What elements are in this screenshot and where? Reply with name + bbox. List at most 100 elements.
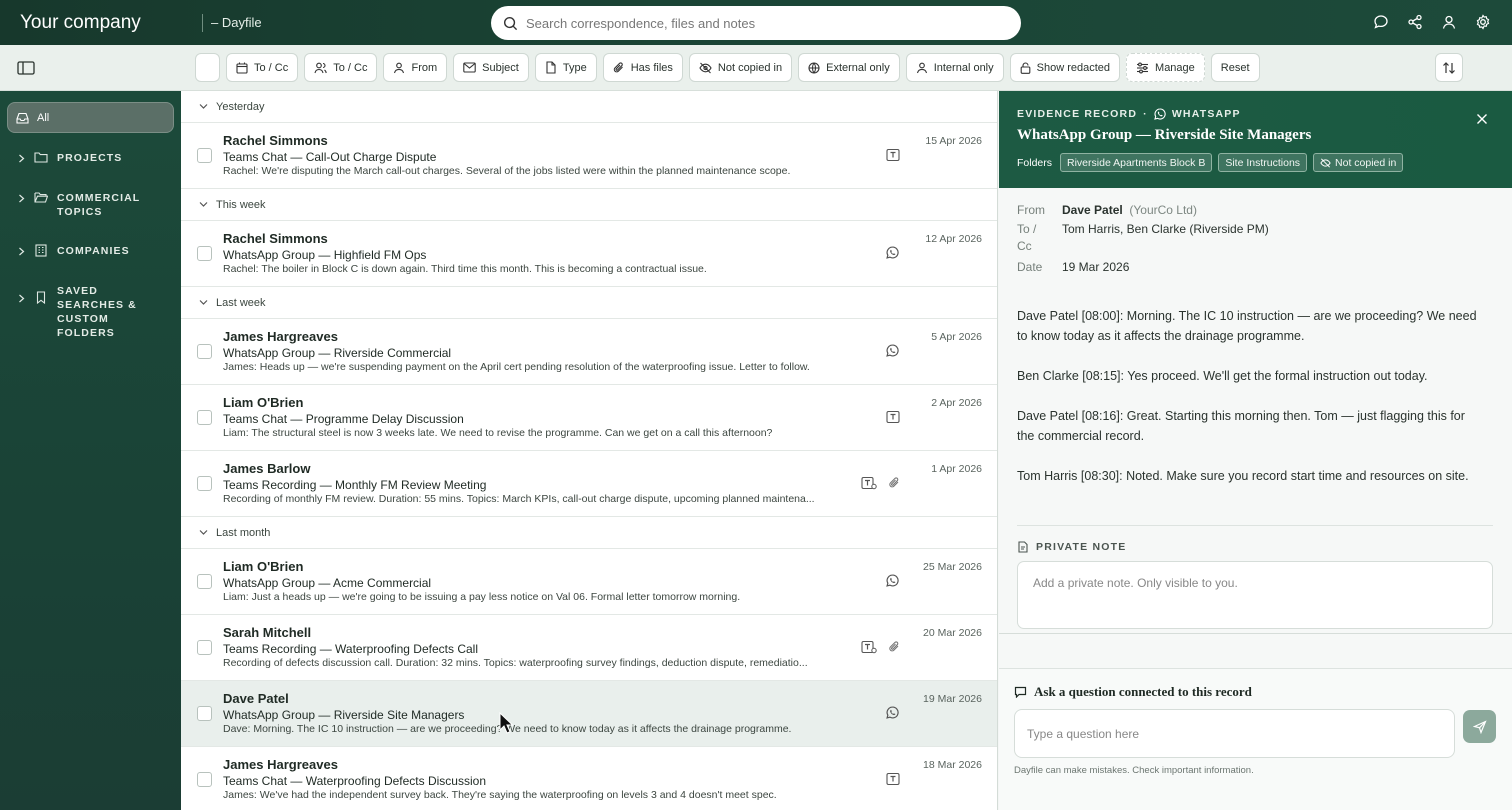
row-subject: Teams Recording — Monthly FM Review Meet… <box>223 478 487 492</box>
not-copied-in-tag[interactable]: Not copied in <box>1313 153 1404 172</box>
private-note-box[interactable] <box>1017 561 1493 629</box>
list-item[interactable]: Dave Patel WhatsApp Group — Riverside Sit… <box>181 681 997 747</box>
filter-manage-button[interactable]: Manage <box>1126 53 1205 82</box>
folder-icon <box>34 151 48 164</box>
list-item[interactable]: James Hargreaves WhatsApp Group — Riversi… <box>181 319 997 385</box>
row-checkbox[interactable] <box>197 148 212 163</box>
question-input[interactable] <box>1015 710 1454 757</box>
filter-internal-only-button[interactable]: Internal only <box>905 53 1004 82</box>
list-item[interactable]: James Hargreaves Teams Chat — Waterproofi… <box>181 747 997 810</box>
sidebar-item-all[interactable]: All <box>7 102 174 133</box>
filter-external-only-button[interactable]: External only <box>798 53 900 82</box>
filter-from-button[interactable]: From <box>383 53 448 82</box>
private-note-input[interactable] <box>1018 562 1492 628</box>
message-line: Ben Clarke [08:15]: Yes proceed. We'll g… <box>1017 369 1428 383</box>
list-item[interactable]: Sarah Mitchell Teams Recording — Waterpro… <box>181 615 997 681</box>
row-checkbox[interactable] <box>197 640 212 655</box>
send-button[interactable] <box>1463 710 1496 743</box>
filter-not-copied-in-button[interactable]: Not copied in <box>688 53 793 82</box>
list-item[interactable]: Rachel Simmons Teams Chat — Call-Out Char… <box>181 123 997 189</box>
channel-label: WHATSAPP <box>1171 108 1241 120</box>
sidebar-item-saved-searches[interactable]: SAVED SEARCHES & CUSTOM FOLDERS <box>18 284 165 340</box>
filter-from-label: From <box>411 61 438 74</box>
sidebar-item-projects[interactable]: PROJECTS <box>18 151 122 165</box>
row-preview: Recording of defects discussion call. Du… <box>223 657 808 669</box>
to-value: Tom Harris, Ben Clarke (Riverside PM) <box>1062 222 1269 236</box>
row-date: 5 Apr 2026 <box>931 331 982 343</box>
row-checkbox[interactable] <box>197 706 212 721</box>
lock-icon <box>1020 61 1031 74</box>
list-item[interactable]: James Barlow Teams Recording — Monthly FM… <box>181 451 997 517</box>
row-subject: WhatsApp Group — Riverside Commercial <box>223 346 452 360</box>
chevron-right-icon <box>18 294 25 303</box>
filter-blank-button[interactable] <box>195 53 220 82</box>
folder-tag[interactable]: Riverside Apartments Block B <box>1060 153 1213 172</box>
folder-open-icon <box>34 191 48 204</box>
group-header[interactable]: Yesterday <box>181 91 997 123</box>
filter-internal-only-label: Internal only <box>933 61 994 74</box>
row-date: 2 Apr 2026 <box>931 397 982 409</box>
sort-button[interactable] <box>1435 53 1463 82</box>
close-icon[interactable] <box>1476 113 1488 125</box>
group-label: Last week <box>216 296 266 309</box>
date-label: Date <box>1017 260 1043 274</box>
folder-tag[interactable]: Site Instructions <box>1218 153 1308 172</box>
hamburger-menu-icon[interactable] <box>17 60 35 76</box>
sidebar-item-commercial-topics[interactable]: COMMERCIAL TOPICS <box>18 191 158 219</box>
row-checkbox[interactable] <box>197 574 212 589</box>
filter-reset-button[interactable]: Reset <box>1210 53 1260 82</box>
filter-date-button[interactable]: To / Cc <box>226 53 299 82</box>
eye-off-icon <box>1320 157 1331 168</box>
list-item[interactable]: Liam O'Brien Teams Chat — Programme Delay… <box>181 385 997 451</box>
search-input[interactable] <box>526 15 986 31</box>
row-checkbox[interactable] <box>197 344 212 359</box>
sidebar-item-companies[interactable]: COMPANIES <box>18 244 130 258</box>
row-checkbox[interactable] <box>197 772 212 787</box>
filter-has-files-button[interactable]: Has files <box>602 53 683 82</box>
group-header[interactable]: Last week <box>181 287 997 319</box>
bookmark-icon <box>34 291 48 304</box>
filter-subject-button[interactable]: Subject <box>453 53 529 82</box>
row-checkbox[interactable] <box>197 246 212 261</box>
brand-name[interactable]: Your company <box>20 12 202 34</box>
share-icon[interactable] <box>1406 13 1424 31</box>
filter-bar: To / Cc To / Cc From Subject Type Has fi… <box>0 45 1512 91</box>
row-date: 18 Mar 2026 <box>923 759 982 771</box>
question-box[interactable] <box>1014 709 1455 758</box>
sender-name: James Hargreaves <box>223 757 338 772</box>
filter-not-copied-in-label: Not copied in <box>717 61 783 74</box>
filter-show-redacted-button[interactable]: Show redacted <box>1009 53 1121 82</box>
ask-question-title: Ask a question connected to this record <box>1034 684 1252 699</box>
row-checkbox[interactable] <box>197 476 212 491</box>
group-header[interactable]: This week <box>181 189 997 221</box>
list-item[interactable]: Rachel Simmons WhatsApp Group — Highfield… <box>181 221 997 287</box>
message-line: Dave Patel [08:16]: Great. Starting this… <box>1017 409 1465 443</box>
filter-subject-label: Subject <box>482 61 519 74</box>
row-date: 1 Apr 2026 <box>931 463 982 475</box>
sender-name: Rachel Simmons <box>223 133 328 148</box>
filter-to-cc-button[interactable]: To / Cc <box>304 53 378 82</box>
teams-icon <box>886 410 901 425</box>
row-subject: WhatsApp Group — Riverside Site Managers <box>223 708 465 722</box>
chat-icon[interactable] <box>1372 13 1390 31</box>
list-item[interactable]: Liam O'Brien WhatsApp Group — Acme Commer… <box>181 549 997 615</box>
group-label: Yesterday <box>216 100 265 113</box>
user-icon[interactable] <box>1440 13 1458 31</box>
group-header[interactable]: Last month <box>181 517 997 549</box>
from-name[interactable]: Dave Patel <box>1062 203 1123 217</box>
search-bar[interactable] <box>491 6 1021 40</box>
message-line: Dave Patel [08:00]: Morning. The IC 10 i… <box>1017 309 1477 343</box>
row-checkbox[interactable] <box>197 410 212 425</box>
person-icon <box>393 62 405 74</box>
message-body: Dave Patel [08:00]: Morning. The IC 10 i… <box>1017 306 1485 506</box>
settings-gear-icon[interactable] <box>1474 13 1492 31</box>
folders-label: Folders <box>1017 156 1053 169</box>
row-subject: Teams Chat — Call-Out Charge Dispute <box>223 150 437 164</box>
whatsapp-icon <box>1154 108 1166 120</box>
sidebar: All PROJECTS COMMERCIAL TOPICS COMPANIES… <box>0 91 181 810</box>
sidebar-item-label: COMMERCIAL TOPICS <box>57 192 141 218</box>
sender-name: Sarah Mitchell <box>223 625 312 640</box>
row-subject: Teams Recording — Waterproofing Defects … <box>223 642 478 656</box>
row-preview: James: Heads up — we're suspending payme… <box>223 361 810 373</box>
filter-type-button[interactable]: Type <box>534 53 597 82</box>
